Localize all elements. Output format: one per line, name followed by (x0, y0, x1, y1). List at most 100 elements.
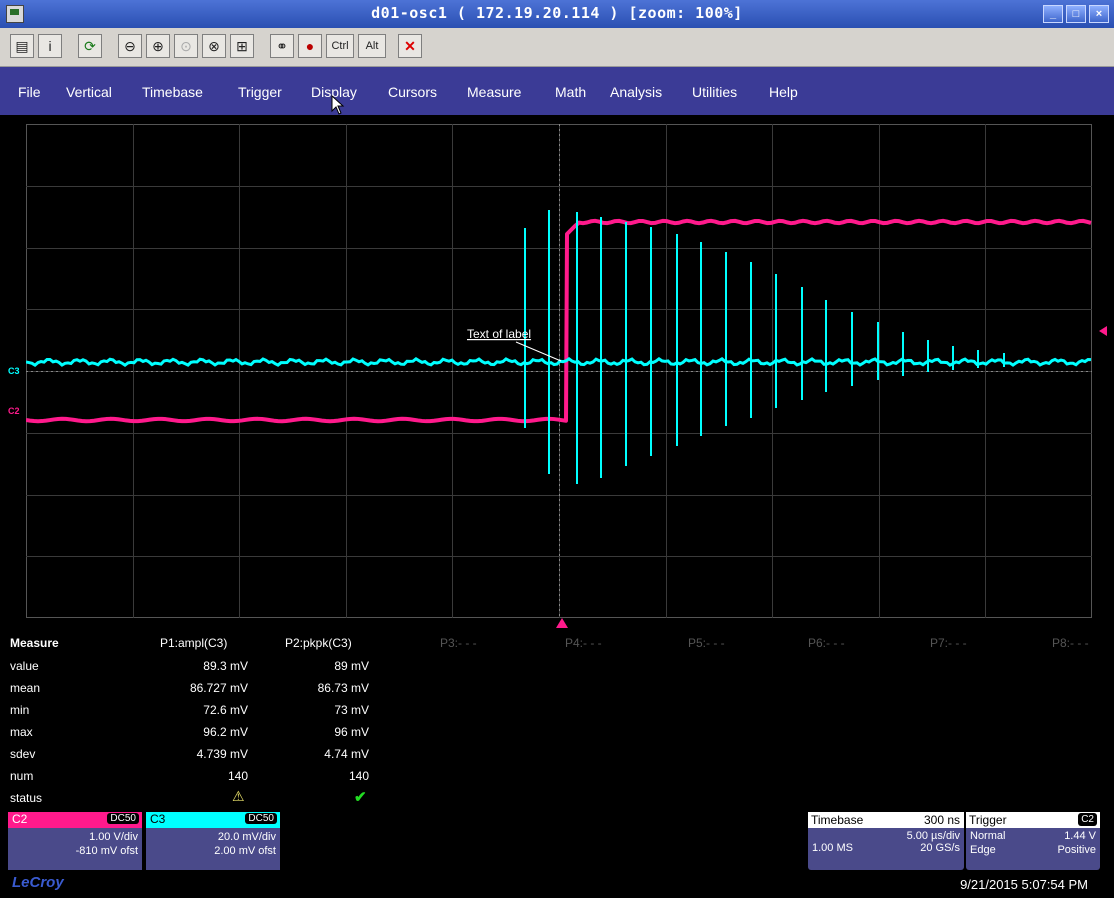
zoom-disabled-icon: ⊙ (174, 34, 198, 58)
timebase-row2: 1.00 MS 20 GS/s (808, 842, 964, 856)
c3-vdiv: 20.0 mV/div (217, 831, 276, 843)
trigger-row2: Edge Positive (966, 844, 1100, 858)
c2-body: 1.00 V/div -810 mV ofst (8, 828, 142, 870)
p1-mean: 86.727 mV (189, 681, 248, 695)
row-label-sdev: sdev (10, 747, 36, 761)
mouse-cursor-icon (331, 95, 345, 115)
p1-min: 72.6 mV (203, 703, 248, 717)
row-label-status: status (10, 791, 43, 805)
param-p3[interactable]: P3:- - - (440, 636, 477, 650)
close-icon[interactable]: × (1089, 5, 1109, 23)
p1-max: 96.2 mV (203, 725, 248, 739)
label-leader-line (515, 341, 562, 362)
menu-utilities[interactable]: Utilities (692, 84, 737, 100)
c3-offset: 2.00 mV ofst (214, 845, 276, 857)
row-label-mean: mean (10, 681, 41, 695)
ctrl-key[interactable]: Ctrl (326, 34, 354, 58)
menu-help[interactable]: Help (769, 84, 798, 100)
param-p2[interactable]: P2:pkpk(C3) (285, 636, 352, 650)
timebase-delay: 300 ns (923, 813, 960, 827)
c2-offset: -810 mV ofst (75, 845, 138, 857)
window-title: d01-osc1 ( 172.19.20.114 ) [zoom: 100%] (371, 4, 743, 22)
refresh-icon[interactable]: ⟳ (78, 34, 102, 58)
timebase-header: Timebase 300 ns (808, 812, 964, 828)
trigger-box[interactable]: Trigger C2 Normal 1.44 V Edge Positive (966, 812, 1100, 870)
zoom-in-icon[interactable]: ⊕ (146, 34, 170, 58)
row-label-value: value (10, 659, 39, 673)
param-p4[interactable]: P4:- - - (565, 636, 602, 650)
c2-header: C2 DC50 (8, 812, 142, 828)
menu-trigger[interactable]: Trigger (238, 84, 282, 100)
c2-vdiv: 1.00 V/div (89, 831, 138, 843)
trigger-source: C2 (1078, 813, 1097, 826)
menu-math[interactable]: Math (555, 84, 586, 100)
c3-body: 20.0 mV/div 2.00 mV ofst (146, 828, 280, 870)
menu-cursors[interactable]: Cursors (388, 84, 437, 100)
keys-icon[interactable]: ⚭ (270, 34, 294, 58)
p2-mean: 86.73 mV (317, 681, 369, 695)
p1-value: 89.3 mV (203, 659, 248, 673)
trigger-position-marker-icon (556, 618, 568, 628)
trigger-header: Trigger C2 (966, 812, 1100, 828)
trigger-slope: Positive (1057, 844, 1096, 856)
zoom-out-icon[interactable]: ⊖ (118, 34, 142, 58)
waveform-display[interactable]: Text of label (26, 124, 1092, 618)
c3-header: C3 DC50 (146, 812, 280, 828)
warning-icon: ⚠ (232, 788, 245, 804)
p1-sdev: 4.739 mV (196, 747, 248, 761)
menu-measure[interactable]: Measure (467, 84, 521, 100)
check-icon: ✔ (354, 789, 367, 806)
zoom-fit-icon[interactable]: ⊞ (230, 34, 254, 58)
info-icon[interactable]: i (38, 34, 62, 58)
c3-coupling: DC50 (245, 813, 277, 824)
datetime: 9/21/2015 5:07:54 PM (960, 877, 1088, 892)
trigger-mode: Normal (970, 830, 1006, 842)
p1-num: 140 (227, 769, 248, 783)
param-p6[interactable]: P6:- - - (808, 636, 845, 650)
window-titlebar: d01-osc1 ( 172.19.20.114 ) [zoom: 100%] … (0, 0, 1114, 28)
c3-name: C3 (150, 812, 166, 826)
param-p1[interactable]: P1:ampl(C3) (160, 636, 227, 650)
brand-logo: LeCroy (12, 874, 64, 891)
param-p5[interactable]: P5:- - - (688, 636, 725, 650)
c2-trace (26, 218, 1092, 424)
trigger-type: Edge (970, 844, 996, 856)
waveform-grid: Text of label (26, 124, 1092, 618)
measure-heading: Measure (10, 636, 59, 650)
p2-value: 89 mV (334, 659, 369, 673)
menu-file[interactable]: File (18, 84, 41, 100)
menu-timebase[interactable]: Timebase (142, 84, 203, 100)
p2-min: 73 mV (334, 703, 369, 717)
c3-marker[interactable]: C3 (8, 366, 20, 376)
p2-sdev: 4.74 mV (324, 747, 369, 761)
row-label-num: num (10, 769, 34, 783)
timebase-box[interactable]: Timebase 300 ns 5.00 µs/div 1.00 MS 20 G… (808, 812, 964, 870)
channel-c3-box[interactable]: C3 DC50 20.0 mV/div 2.00 mV ofst (146, 812, 280, 870)
disconnect-icon[interactable]: ✕ (398, 34, 422, 58)
alt-key[interactable]: Alt (358, 34, 386, 58)
channel-c2-box[interactable]: C2 DC50 1.00 V/div -810 mV ofst (8, 812, 142, 870)
trigger-level-marker-icon (1099, 326, 1107, 336)
param-p7[interactable]: P7:- - - (930, 636, 967, 650)
maximize-icon[interactable]: □ (1066, 5, 1086, 23)
timebase-rate: 20 GS/s (920, 842, 960, 854)
row-label-max: max (10, 725, 33, 739)
timebase-tdiv: 5.00 µs/div (906, 830, 960, 842)
menu-analysis[interactable]: Analysis (610, 84, 662, 100)
p2-max: 96 mV (334, 725, 369, 739)
measure-table: Measure P1:ampl(C3) P2:pkpk(C3) P3:- - -… (0, 630, 1114, 810)
record-icon[interactable]: ● (298, 34, 322, 58)
waveform-label: Text of label (467, 327, 531, 341)
zoom-region-icon[interactable]: ⊗ (202, 34, 226, 58)
param-p8[interactable]: P8:- - - (1052, 636, 1089, 650)
timebase-samples: 1.00 MS (812, 842, 853, 854)
timebase-label: Timebase (811, 813, 864, 827)
row-label-min: min (10, 703, 30, 717)
c2-marker[interactable]: C2 (8, 406, 20, 416)
minimize-icon[interactable]: _ (1043, 5, 1063, 23)
menu-vertical[interactable]: Vertical (66, 84, 112, 100)
trigger-label: Trigger (969, 813, 1007, 827)
properties-icon[interactable]: ▤ (10, 34, 34, 58)
c2-name: C2 (12, 812, 28, 826)
trigger-row1: Normal 1.44 V (966, 830, 1100, 844)
